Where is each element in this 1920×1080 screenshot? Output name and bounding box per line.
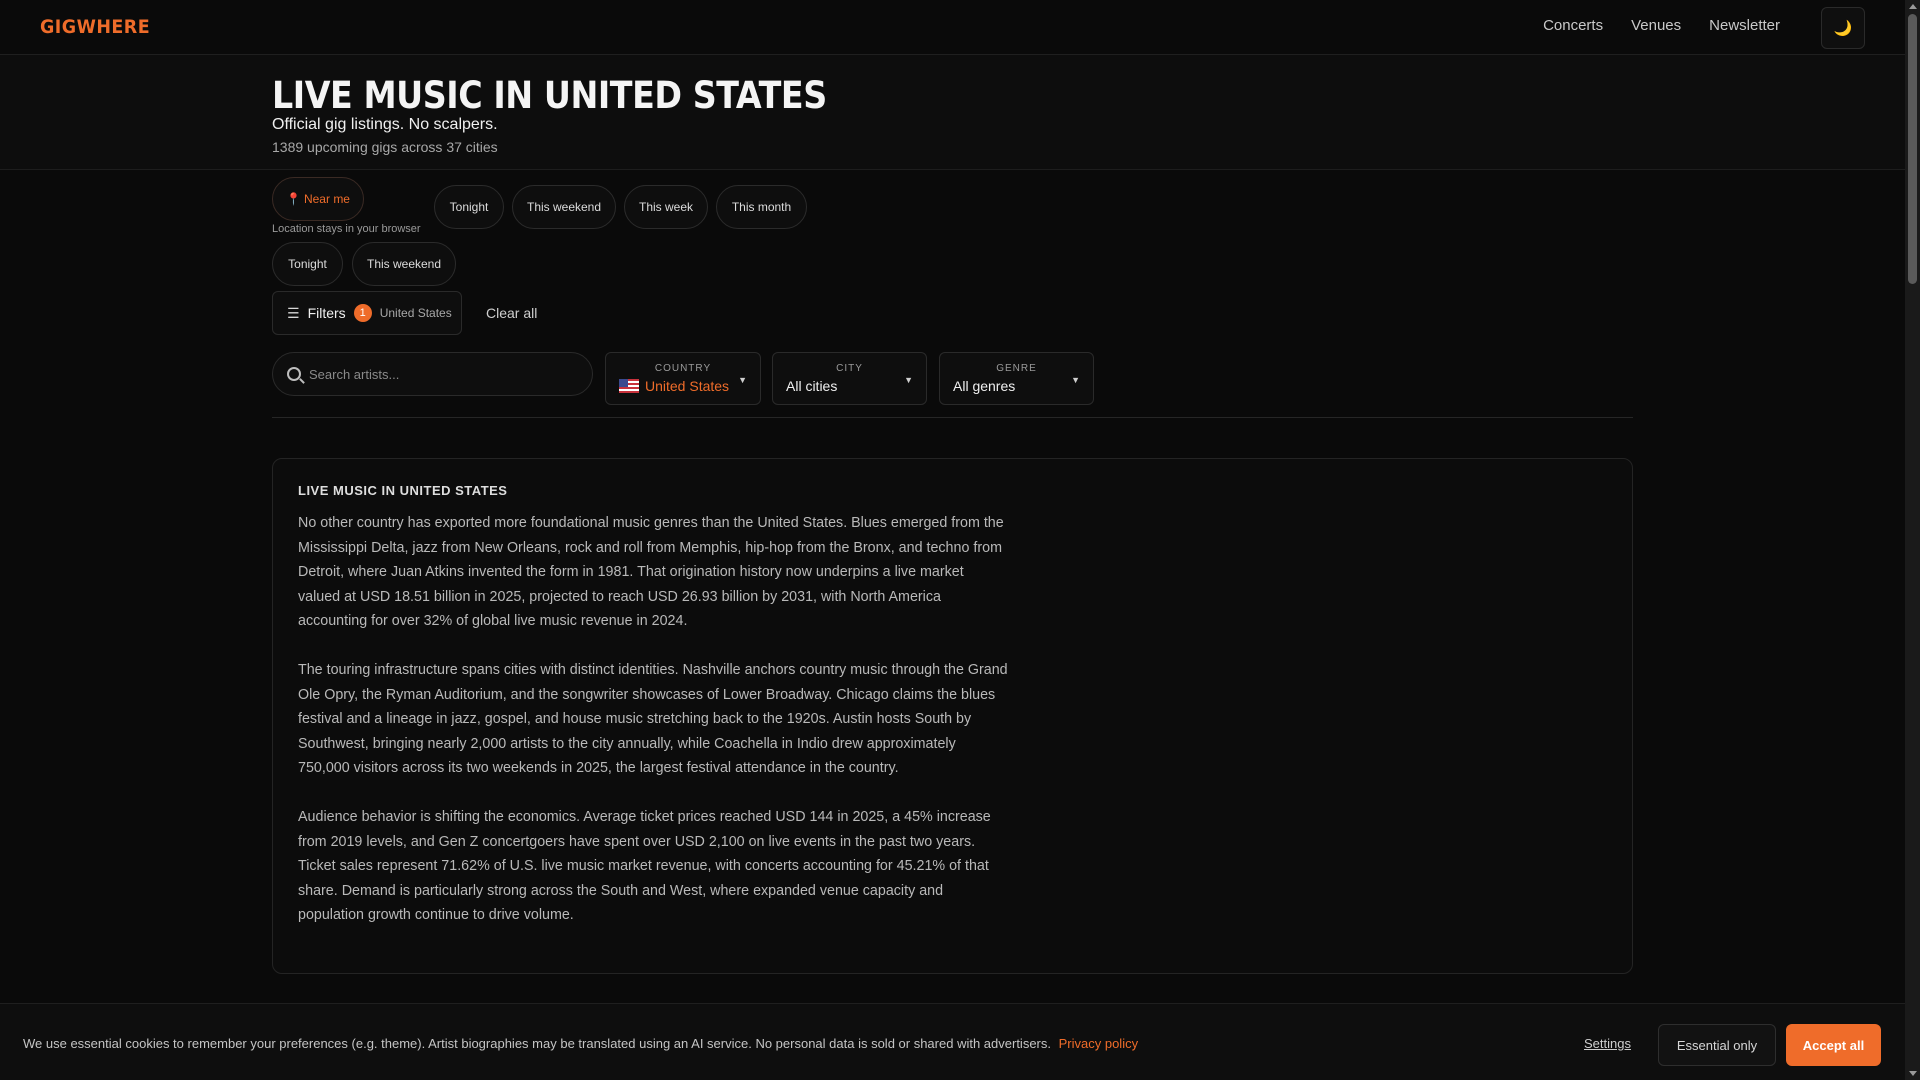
genre-select-value: All genres (953, 378, 1016, 394)
pin-icon: 📍 (286, 192, 301, 206)
chip-tonight[interactable]: Tonight (434, 185, 504, 229)
country-select-value-wrap: United States (619, 378, 729, 394)
nav-links: Concerts Venues Newsletter (1543, 17, 1780, 34)
page-subtitle: Official gig listings. No scalpers. (272, 116, 498, 133)
chevron-down-icon: ▼ (904, 375, 913, 385)
gig-count: 1389 upcoming gigs across 37 cities (272, 139, 498, 155)
active-filter-country: United States (379, 306, 452, 320)
page-scrollbar[interactable] (1905, 0, 1920, 1080)
us-flag-icon (619, 379, 639, 393)
moon-icon: 🌙 (1833, 20, 1853, 37)
theme-toggle-button[interactable]: 🌙 (1821, 7, 1865, 49)
filters-label: Filters (307, 305, 346, 321)
nav-link-venues[interactable]: Venues (1631, 17, 1681, 34)
article-paragraph: Audience behavior is shifting the econom… (298, 809, 991, 923)
clear-all-button[interactable]: Clear all (486, 305, 537, 321)
cookie-text-wrap: We use essential cookies to remember you… (23, 1036, 1138, 1051)
chip-this-week[interactable]: This week (624, 185, 708, 229)
top-nav: GIGWHERE Concerts Venues Newsletter 🌙 (0, 0, 1905, 55)
chip-this-weekend[interactable]: This weekend (512, 185, 616, 229)
card-title: LIVE MUSIC IN UNITED STATES (298, 483, 508, 498)
genre-select[interactable]: GENRE All genres ▼ (939, 352, 1094, 405)
privacy-policy-link[interactable]: Privacy policy (1059, 1036, 1138, 1051)
hero-section: LIVE MUSIC IN UNITED STATES Official gig… (0, 55, 1905, 170)
chip-tonight-secondary[interactable]: Tonight (272, 242, 343, 286)
cookie-banner: We use essential cookies to remember you… (0, 1003, 1905, 1080)
artist-search (272, 352, 593, 396)
city-select-label: CITY (836, 363, 863, 374)
country-info-card: LIVE MUSIC IN UNITED STATES No other cou… (272, 458, 1633, 974)
near-me-label: Near me (303, 192, 350, 206)
site-logo[interactable]: GIGWHERE (40, 16, 150, 38)
accept-all-button[interactable]: Accept all (1786, 1024, 1881, 1066)
scroll-up-arrow-icon[interactable] (1909, 4, 1917, 9)
city-select[interactable]: CITY All cities ▼ (772, 352, 927, 405)
country-select-label: COUNTRY (654, 363, 712, 374)
sliders-icon: ☰ (287, 304, 300, 321)
search-input[interactable] (309, 366, 569, 382)
search-icon (287, 367, 301, 381)
scroll-down-arrow-icon[interactable] (1909, 1071, 1917, 1076)
chevron-down-icon: ▼ (738, 375, 747, 385)
filters-count-badge: 1 (353, 304, 372, 322)
cookie-message: We use essential cookies to remember you… (23, 1036, 1051, 1051)
chip-this-month[interactable]: This month (716, 185, 807, 229)
nav-link-concerts[interactable]: Concerts (1543, 17, 1603, 34)
card-body: No other country has exported more found… (298, 511, 1008, 952)
filters-button[interactable]: ☰ Filters 1 United States (272, 291, 462, 335)
chevron-down-icon: ▼ (1071, 375, 1080, 385)
city-select-value: All cities (786, 378, 838, 394)
essential-only-button[interactable]: Essential only (1658, 1024, 1776, 1066)
location-note: Location stays in your browser (272, 223, 421, 235)
cookie-settings-link[interactable]: Settings (1584, 1036, 1631, 1051)
near-me-button[interactable]: 📍 Near me (272, 177, 364, 221)
country-select-value: United States (645, 378, 730, 394)
section-divider (272, 417, 1633, 418)
article-paragraph: The touring infrastructure spans cities … (298, 662, 1008, 776)
country-select[interactable]: COUNTRY United States ▼ (605, 352, 761, 405)
article-paragraph: No other country has exported more found… (298, 515, 1004, 629)
scrollbar-thumb[interactable] (1908, 14, 1917, 284)
nav-link-newsletter[interactable]: Newsletter (1709, 17, 1780, 34)
chip-this-weekend-secondary[interactable]: This weekend (352, 242, 456, 286)
page-title: LIVE MUSIC IN UNITED STATES (272, 74, 827, 117)
genre-select-label: GENRE (996, 363, 1037, 374)
